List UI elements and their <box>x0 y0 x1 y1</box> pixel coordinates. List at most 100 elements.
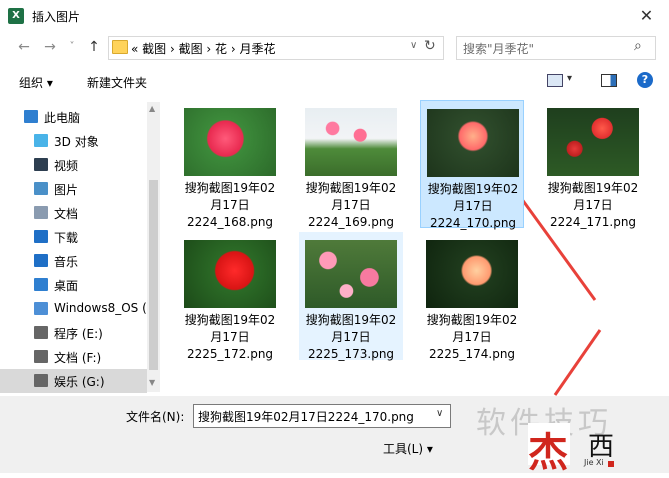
file-name-line: 2224_169.png <box>307 215 395 229</box>
file-name: 搜狗截图19年02 月17日 2225_172.png <box>178 312 282 363</box>
file-name-line: 月17日 <box>210 330 250 344</box>
sidebar-item-label: 3D 对象 <box>54 135 99 149</box>
breadcrumb[interactable]: « 截图 › 截图 › 花 › 月季花 <box>131 40 275 57</box>
new-folder-button[interactable]: 新建文件夹 <box>87 74 147 91</box>
file-name: 搜狗截图19年02 月17日 2224_168.png <box>178 180 282 231</box>
drive-icon <box>34 326 48 339</box>
music-icon <box>34 254 48 267</box>
file-name-line: 月17日 <box>453 199 493 213</box>
refresh-button[interactable]: ↻ <box>424 38 436 54</box>
file-name-line: 2225_173.png <box>307 347 395 361</box>
window-title: 插入图片 <box>32 10 81 24</box>
change-view-icon[interactable] <box>547 74 563 87</box>
file-name-line: 搜狗截图19年02 <box>305 313 397 327</box>
up-folder-button[interactable]: ↑ <box>84 38 104 56</box>
sidebar-item-label: 音乐 <box>54 255 79 269</box>
search-placeholder: 搜索"月季花" <box>463 42 535 56</box>
sidebar-item[interactable]: 文档 <box>0 201 147 225</box>
sidebar-scroll-thumb[interactable] <box>149 180 158 370</box>
title-bar <box>0 0 669 32</box>
sidebar-item[interactable]: 娱乐 (G:) <box>0 369 147 393</box>
file-name-line: 月17日 <box>331 330 371 344</box>
sidebar-item[interactable]: 图片 <box>0 177 147 201</box>
file-item[interactable]: 搜狗截图19年02 月17日 2225_173.png <box>299 232 403 361</box>
preview-pane-icon[interactable] <box>601 74 617 87</box>
pictures-icon <box>34 182 48 195</box>
filename-dropdown-button[interactable]: ∨ <box>436 408 443 419</box>
file-item[interactable]: 搜狗截图19年02 月17日 2224_170.png <box>420 100 524 230</box>
file-name-line: 搜狗截图19年02 <box>184 313 276 327</box>
file-name-line: 月17日 <box>331 198 371 212</box>
forward-button[interactable]: → <box>40 38 60 56</box>
drive-icon <box>34 350 48 363</box>
scroll-down-arrow[interactable]: ▼ <box>149 378 155 387</box>
file-item[interactable]: 搜狗截图19年02 月17日 2225_172.png <box>178 232 282 363</box>
image-thumbnail <box>184 108 276 176</box>
file-name-line: 月17日 <box>573 198 613 212</box>
sidebar-item[interactable]: Windows8_OS (C <box>0 297 147 321</box>
file-name: 搜狗截图19年02 月17日 2224_170.png <box>421 181 525 232</box>
sidebar-item[interactable]: 下载 <box>0 225 147 249</box>
file-item[interactable]: 搜狗截图19年02 月17日 2225_174.png <box>420 232 524 363</box>
file-name-line: 2224_171.png <box>549 215 637 229</box>
excel-app-icon: X <box>8 8 24 24</box>
sidebar-item-label: Windows8_OS (C <box>54 301 147 315</box>
folder-icon <box>112 40 128 54</box>
address-dropdown-button[interactable]: ∨ <box>410 40 417 51</box>
file-name: 搜狗截图19年02 月17日 2225_174.png <box>420 312 524 363</box>
search-icon[interactable]: ⌕ <box>634 38 642 54</box>
back-button[interactable]: ← <box>14 38 34 56</box>
sidebar-item-label: 程序 (E:) <box>54 327 103 341</box>
image-thumbnail <box>547 108 639 176</box>
filename-value[interactable]: 搜狗截图19年02月17日2224_170.png <box>198 408 414 425</box>
file-name-line: 2225_174.png <box>428 347 516 361</box>
download-icon <box>34 230 48 243</box>
file-item[interactable]: 搜狗截图19年02 月17日 2224_169.png <box>299 100 403 231</box>
sidebar-item[interactable]: 文档 (F:) <box>0 345 147 369</box>
file-item[interactable]: 搜狗截图19年02 月17日 2224_168.png <box>178 100 282 231</box>
drive-os-icon <box>34 302 48 315</box>
recent-locations-button[interactable]: ˅ <box>62 38 82 56</box>
file-name-line: 搜狗截图19年02 <box>427 182 519 196</box>
drive-icon <box>34 374 48 387</box>
help-icon[interactable]: ? <box>637 72 653 88</box>
sidebar-item-label: 娱乐 (G:) <box>54 375 105 389</box>
close-button[interactable]: ✕ <box>624 0 669 32</box>
sidebar-item-label: 视频 <box>54 159 79 173</box>
desktop-icon <box>34 278 48 291</box>
computer-icon <box>24 110 38 123</box>
file-name-line: 搜狗截图19年02 <box>305 181 397 195</box>
view-dropdown-button[interactable]: ▾ <box>567 73 572 84</box>
file-name-line: 2225_172.png <box>186 347 274 361</box>
file-name-line: 2224_170.png <box>429 216 517 230</box>
image-thumbnail <box>184 240 276 308</box>
file-name: 搜狗截图19年02 月17日 2224_169.png <box>299 180 403 231</box>
file-name-line: 月17日 <box>210 198 250 212</box>
image-thumbnail <box>427 109 519 177</box>
3d-objects-icon <box>34 134 48 147</box>
sidebar-item-label: 文档 <box>54 207 79 221</box>
sidebar-item[interactable]: 程序 (E:) <box>0 321 147 345</box>
image-thumbnail <box>305 240 397 308</box>
organize-button[interactable]: 组织 ▾ <box>19 74 53 91</box>
logo-sub: Jie Xi <box>584 458 604 467</box>
scroll-up-arrow[interactable]: ▲ <box>149 104 155 113</box>
file-item[interactable]: 搜狗截图19年02 月17日 2224_171.png <box>541 100 645 231</box>
tools-button[interactable]: 工具(L) ▾ <box>383 440 433 457</box>
image-thumbnail <box>426 240 518 308</box>
video-icon <box>34 158 48 171</box>
sidebar-item[interactable]: 音乐 <box>0 249 147 273</box>
sidebar-item[interactable]: 3D 对象 <box>0 129 147 153</box>
image-thumbnail <box>305 108 397 176</box>
sidebar-item-label: 文档 (F:) <box>54 351 102 365</box>
documents-icon <box>34 206 48 219</box>
file-name: 搜狗截图19年02 月17日 2224_171.png <box>541 180 645 231</box>
sidebar-item[interactable]: 视频 <box>0 153 147 177</box>
logo-main: 杰 <box>528 429 568 476</box>
sidebar-item-label: 图片 <box>54 183 79 197</box>
sidebar-item[interactable]: 此电脑 <box>0 105 147 129</box>
filename-label: 文件名(N): <box>126 410 185 424</box>
file-name-line: 月17日 <box>452 330 492 344</box>
sidebar-item-label: 此电脑 <box>44 111 81 125</box>
sidebar-item[interactable]: 桌面 <box>0 273 147 297</box>
